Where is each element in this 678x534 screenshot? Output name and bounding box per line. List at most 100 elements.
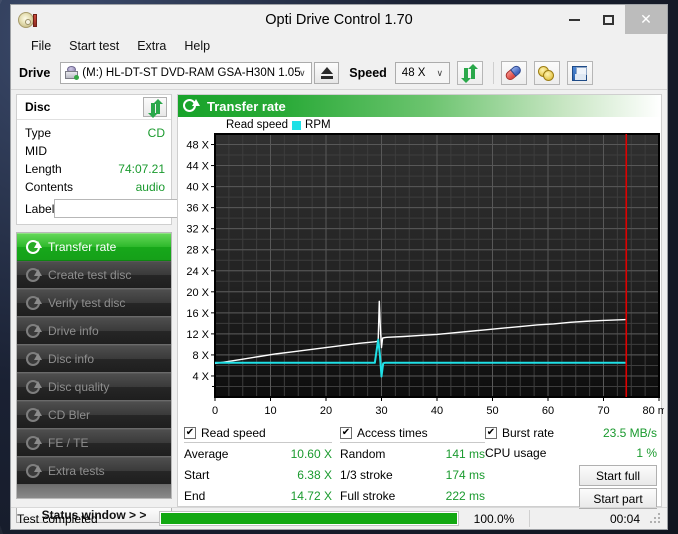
panel-title: Transfer rate xyxy=(207,98,286,114)
sidebar-item-label: Transfer rate xyxy=(48,240,117,254)
stat-row-average: Average 10.60 X xyxy=(184,443,332,464)
disc-row-key: MID xyxy=(25,144,47,158)
disc-row-length: Length 74:07.21 xyxy=(25,160,165,178)
disc-row-mid: MID xyxy=(25,142,165,160)
stat-key: End xyxy=(184,488,206,503)
stat-value: 14.72 X xyxy=(290,488,332,503)
maximize-button[interactable] xyxy=(591,5,625,34)
menu-bar: File Start test Extra Help xyxy=(11,34,667,57)
refresh-icon xyxy=(147,98,163,118)
status-text: Test completed xyxy=(17,511,98,526)
stat-key: Random xyxy=(340,446,386,461)
svg-text:70: 70 xyxy=(597,405,609,417)
minimize-button[interactable] xyxy=(557,5,591,34)
chevron-down-icon: ∨ xyxy=(298,67,306,78)
create-test-disc-icon xyxy=(25,267,42,283)
coins-button[interactable] xyxy=(533,61,560,85)
sidebar-item-extra-tests[interactable]: Extra tests xyxy=(17,457,171,485)
sidebar-item-label: Disc info xyxy=(48,352,95,366)
start-part-button[interactable]: Start part xyxy=(579,488,657,509)
sidebar-item-label: Extra tests xyxy=(48,464,105,478)
read-speed-checkbox[interactable]: ✔ xyxy=(184,427,196,439)
refresh-button[interactable] xyxy=(456,61,483,85)
erase-button[interactable] xyxy=(500,61,527,85)
disc-panel-title: Disc xyxy=(25,100,51,114)
svg-text:36 X: 36 X xyxy=(186,203,209,215)
stat-value: 222 ms xyxy=(445,488,485,503)
drive-select-value: (M:) HL-DT-ST DVD-RAM GSA-H30N 1.05 xyxy=(82,67,301,79)
svg-text:28 X: 28 X xyxy=(186,245,209,257)
progress-bar-fill xyxy=(161,513,457,524)
sidebar-item-cd-bler[interactable]: CD Bler xyxy=(17,401,171,429)
fe-te-icon xyxy=(25,435,42,451)
access-times-checkbox-row[interactable]: ✔ Access times xyxy=(340,426,485,443)
sidebar-item-label: Disc quality xyxy=(48,380,110,394)
menu-item-start-test[interactable]: Start test xyxy=(60,37,128,55)
sidebar-item-fe-te[interactable]: FE / TE xyxy=(17,429,171,457)
burst-rate-checkbox-row[interactable]: ✔ Burst rate 23.5 MB/s xyxy=(485,426,657,442)
eject-button[interactable] xyxy=(314,62,340,84)
svg-text:30: 30 xyxy=(375,405,387,417)
title-bar: Opti Drive Control 1.70 ✕ xyxy=(11,5,667,34)
transfer-rate-panel: Transfer rate Read speed RPM 4 X8 X 12 X1… xyxy=(177,94,664,509)
sidebar-item-label: FE / TE xyxy=(48,436,89,450)
speed-select[interactable]: 48 X ∨ xyxy=(394,62,450,84)
transfer-rate-icon xyxy=(25,239,42,255)
stat-row-random: Random 141 ms xyxy=(340,443,485,464)
stat-key: 1/3 stroke xyxy=(340,467,393,482)
sidebar-item-create-test-disc[interactable]: Create test disc xyxy=(17,261,171,289)
drive-select[interactable]: (M:) HL-DT-ST DVD-RAM GSA-H30N 1.05 ∨ xyxy=(60,62,313,84)
save-floppy-icon xyxy=(572,65,588,81)
svg-text:12 X: 12 X xyxy=(186,329,209,341)
svg-text:4 X: 4 X xyxy=(192,371,209,383)
main-panel: Transfer rate Read speed RPM 4 X8 X 12 X1… xyxy=(176,90,667,509)
coins-icon xyxy=(538,65,555,81)
speed-label: Speed xyxy=(349,66,387,80)
transfer-rate-icon xyxy=(183,99,200,113)
close-button[interactable]: ✕ xyxy=(625,5,667,34)
sidebar-item-disc-info[interactable]: Disc info xyxy=(17,345,171,373)
sidebar-item-drive-info[interactable]: Drive info xyxy=(17,317,171,345)
drive-label: Drive xyxy=(19,66,51,80)
stat-key: Full stroke xyxy=(340,488,396,503)
svg-text:16 X: 16 X xyxy=(186,308,209,320)
stat-key: Average xyxy=(184,446,229,461)
sidebar-item-verify-test-disc[interactable]: Verify test disc xyxy=(17,289,171,317)
menu-item-file[interactable]: File xyxy=(22,37,60,55)
extra-tests-icon xyxy=(25,463,42,479)
sidebar-item-disc-quality[interactable]: Disc quality xyxy=(17,373,171,401)
sidebar-item-transfer-rate[interactable]: Transfer rate xyxy=(17,233,171,261)
svg-text:10: 10 xyxy=(264,405,276,417)
access-times-stats: ✔ Access times Random 141 ms 1/3 stroke … xyxy=(340,426,485,509)
drive-icon xyxy=(64,66,80,80)
stat-row-cpu-usage: CPU usage 1 % xyxy=(485,442,657,463)
burst-rate-checkbox[interactable]: ✔ xyxy=(485,427,497,439)
access-times-checkbox[interactable]: ✔ xyxy=(340,427,352,439)
disc-quality-icon xyxy=(25,379,42,395)
start-full-button[interactable]: Start full xyxy=(579,465,657,486)
svg-text:50: 50 xyxy=(486,405,498,417)
menu-item-extra[interactable]: Extra xyxy=(128,37,175,55)
svg-text:20: 20 xyxy=(320,405,332,417)
burst-rate-value: 23.5 MB/s xyxy=(602,426,657,440)
disc-row-value: audio xyxy=(135,180,165,194)
disc-row-value: 74:07.21 xyxy=(118,162,165,176)
pill-icon xyxy=(502,62,525,84)
nav-filler xyxy=(17,485,171,498)
content-area: Disc Type CD MID Length 74:07.21 Content… xyxy=(11,90,667,523)
chart-canvas: 4 X 8 X 12 X 16 X 20 X 24 X 28 X 32 X 36 X 40 X 44… xyxy=(186,133,664,417)
disc-info-icon xyxy=(25,351,42,367)
sidebar-item-label: Create test disc xyxy=(48,268,132,282)
resize-grip-icon[interactable] xyxy=(650,512,662,525)
save-button[interactable] xyxy=(566,61,593,85)
svg-text:20 X: 20 X xyxy=(186,287,209,299)
disc-properties: Type CD MID Length 74:07.21 Contents aud… xyxy=(17,120,258,224)
stat-row-full-stroke: Full stroke 222 ms xyxy=(340,485,485,506)
menu-item-help[interactable]: Help xyxy=(175,37,219,55)
speed-select-value: 48 X xyxy=(401,67,426,79)
disc-refresh-button[interactable] xyxy=(143,97,167,118)
stat-row-start: Start 6.38 X xyxy=(184,464,332,485)
progress-percent: 100.0% xyxy=(473,511,515,526)
sidebar: Disc Type CD MID Length 74:07.21 Content… xyxy=(11,90,258,523)
read-speed-checkbox-row[interactable]: ✔ Read speed xyxy=(184,426,332,443)
